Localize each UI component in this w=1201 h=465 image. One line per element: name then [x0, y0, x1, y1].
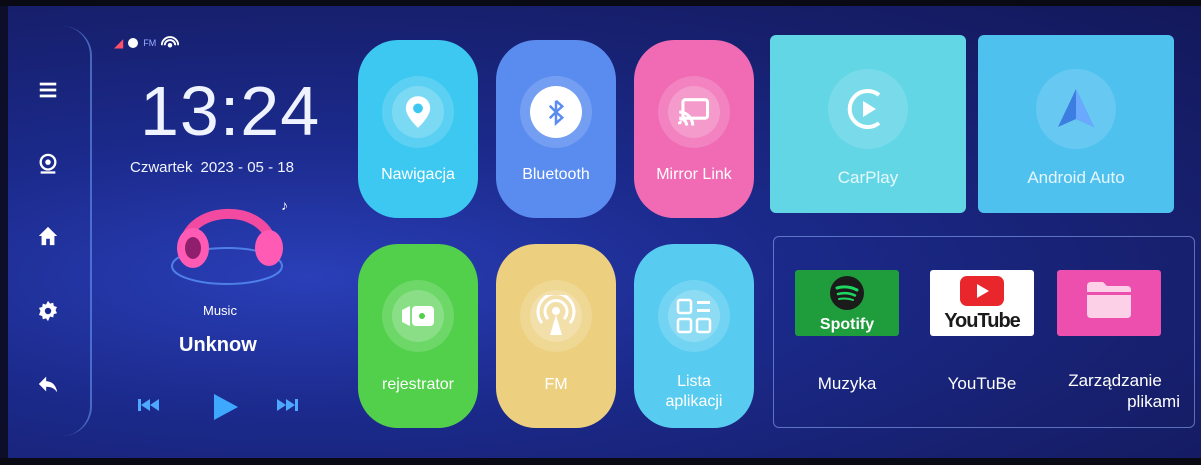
tile-carplay[interactable]: CarPlay: [770, 35, 966, 213]
youtube-app-text: YouTube: [944, 310, 1021, 332]
date: 2023 - 05 - 18: [200, 159, 294, 176]
previous-track-icon[interactable]: [138, 398, 160, 412]
back-arrow-icon[interactable]: [28, 364, 68, 404]
youtube-app-icon[interactable]: YouTube: [930, 270, 1034, 336]
app-grid-icon: [676, 298, 712, 334]
carplay-icon: [847, 89, 881, 129]
song-title: Unknow: [179, 334, 257, 356]
weekday: Czwartek: [130, 159, 193, 176]
apps-panel: Spotify Muzyka YouTube YouTuBe Zarządzan…: [773, 236, 1195, 428]
spotify-app-icon[interactable]: Spotify: [795, 270, 899, 336]
svg-text:♪: ♪: [281, 197, 288, 213]
home-icon[interactable]: [28, 216, 68, 256]
camera-icon: [402, 306, 434, 326]
bluetooth-phone-icon: [548, 99, 565, 127]
tile-fm[interactable]: FM: [496, 244, 616, 428]
signal-icon: ◢: [114, 36, 124, 50]
tile-label: Nawigacja: [381, 166, 455, 183]
date-row: Czwartek 2023 - 05 - 18: [130, 159, 294, 176]
menu-icon[interactable]: [28, 70, 68, 110]
radio-tower-icon: [536, 295, 576, 335]
tile-label: CarPlay: [837, 168, 899, 187]
settings-gear-icon[interactable]: [28, 291, 68, 331]
headphones-music-icon: ♪ ♫: [171, 197, 288, 285]
app-label-muzyka: Muzyka: [817, 374, 877, 393]
tile-nawigacja[interactable]: Nawigacja: [358, 40, 478, 218]
android-auto-icon: [1058, 89, 1094, 127]
status-bar: ◢ FM: [114, 36, 180, 50]
tile-label-line2: aplikacji: [665, 393, 723, 410]
tile-lista-aplikacji[interactable]: Lista aplikacji: [634, 244, 754, 428]
tile-label: rejestrator: [381, 376, 455, 393]
home-screen: ◢ FM 13:24 Czwartek 2023 - 05 - 18 ♪ ♫ M…: [8, 6, 1201, 458]
play-icon[interactable]: [208, 391, 240, 423]
next-track-icon[interactable]: [276, 398, 298, 412]
app-label-file-manager: Zarządzanie plikami: [1050, 370, 1180, 412]
tile-label: FM: [544, 376, 568, 393]
tile-label: Lista aplikacji: [634, 372, 754, 412]
tile-android-auto[interactable]: Android Auto: [978, 35, 1174, 213]
status-dot-icon: [128, 38, 139, 48]
tile-label-line1: Lista: [677, 373, 711, 390]
clock-time: 13:24: [140, 72, 321, 150]
spotify-app-text: Spotify: [819, 316, 875, 333]
app-label-line2: plikami: [1127, 392, 1180, 411]
tile-label: Bluetooth: [522, 166, 590, 183]
tile-rejestrator[interactable]: rejestrator: [358, 244, 478, 428]
folder-icon: [1087, 282, 1131, 318]
cast-icon: [678, 98, 710, 126]
app-label-line1: Zarządzanie: [1068, 371, 1162, 390]
spotify-logo-icon: [830, 276, 864, 310]
location-pin-icon: [405, 96, 431, 128]
fm-status-label: FM: [143, 38, 157, 48]
tile-label: Mirror Link: [656, 166, 732, 183]
music-label: Music: [203, 303, 237, 318]
radio-wave-icon: [161, 36, 180, 48]
tile-mirror-link[interactable]: Mirror Link: [634, 40, 754, 218]
tile-label: Android Auto: [1027, 168, 1125, 187]
youtube-play-icon: [960, 276, 1004, 306]
navigation-icon[interactable]: [28, 144, 68, 184]
file-manager-app-icon[interactable]: [1057, 270, 1161, 336]
app-label-youtube: YouTuBe: [947, 374, 1017, 393]
tile-bluetooth[interactable]: Bluetooth: [496, 40, 616, 218]
